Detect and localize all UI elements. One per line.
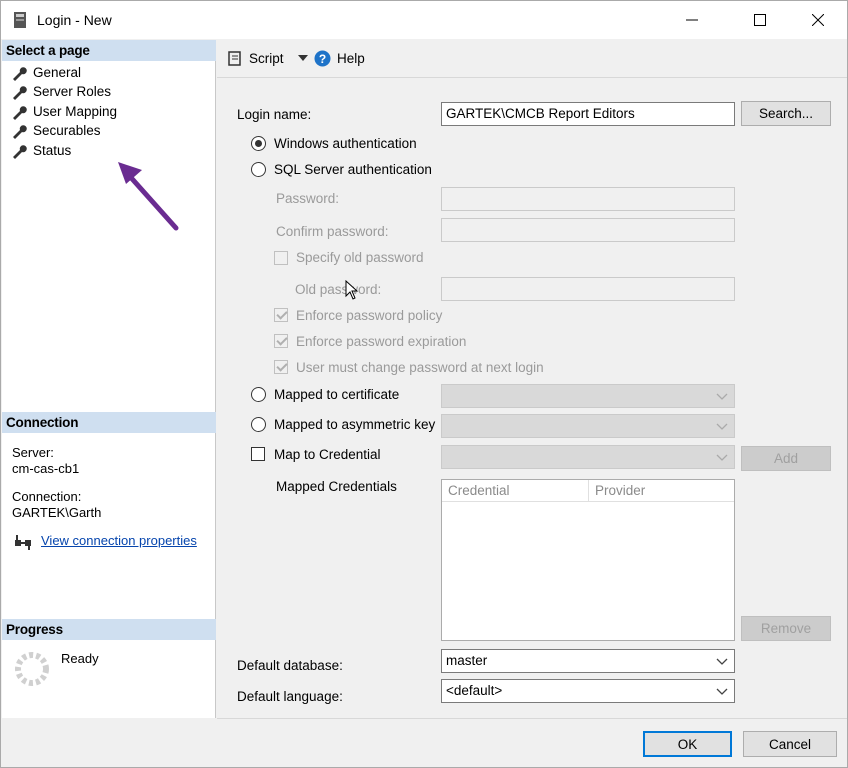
enforce-policy-checkbox[interactable] [274,308,288,322]
mapped-asymmetric-key-radio[interactable] [251,417,266,432]
mapped-asymmetric-key-label: Mapped to asymmetric key [274,417,436,432]
default-language-label: Default language: [237,689,343,704]
connection-properties-icon [15,535,31,550]
mouse-cursor-icon [345,280,359,300]
enforce-policy-label: Enforce password policy [296,308,443,323]
mapped-certificate-label: Mapped to certificate [274,387,400,402]
connection-label: Connection: [12,489,82,504]
mapped-credentials-grid[interactable]: Credential Provider [441,479,735,641]
page-item-label: User Mapping [33,104,118,119]
remove-credential-button[interactable]: Remove [741,616,831,641]
default-database-label: Default database: [237,658,343,673]
left-pane: Select a page General Server Roles User … [2,40,216,718]
map-to-credential-checkbox[interactable] [251,447,265,461]
mapped-certificate-radio[interactable] [251,387,266,402]
chevron-down-icon [716,423,728,430]
close-icon [812,14,824,26]
script-label: Script [249,50,284,66]
login-new-dialog: Login - New Select a page General Server… [0,0,848,768]
default-language-select[interactable]: <default> [441,679,735,703]
help-icon: ? [314,50,331,67]
wrench-icon [13,124,27,139]
password-input[interactable] [441,187,735,211]
enforce-expiration-label: Enforce password expiration [296,334,467,349]
server-label: Server: [12,445,54,460]
provider-column-header[interactable]: Provider [589,480,734,502]
old-password-input[interactable] [441,277,735,301]
progress-status: Ready [61,651,99,666]
enforce-expiration-checkbox[interactable] [274,334,288,348]
view-connection-properties-link[interactable]: View connection properties [41,533,197,548]
maximize-button[interactable] [737,1,783,39]
server-value: cm-cas-cb1 [12,461,80,476]
specify-old-password-label: Specify old password [296,250,424,265]
chevron-down-icon [297,55,308,61]
minimize-button[interactable] [669,1,715,39]
connection-value: GARTEK\Garth [12,505,102,520]
script-icon [228,51,241,66]
wrench-icon [13,105,27,120]
page-item-status[interactable]: Status [11,141,71,160]
svg-text:?: ? [319,52,326,66]
must-change-checkbox[interactable] [274,360,288,374]
wrench-icon [13,66,27,81]
chevron-down-icon [716,393,728,400]
minimize-icon [686,19,698,21]
login-name-input[interactable]: GARTEK\CMCB Report Editors [441,102,735,126]
page-item-label: Server Roles [33,84,112,99]
specify-old-password-checkbox[interactable] [274,251,288,265]
must-change-label: User must change password at next login [296,360,544,375]
cancel-button[interactable]: Cancel [743,731,837,757]
help-label: Help [337,51,365,66]
page-item-label: Securables [33,123,101,138]
confirm-password-input[interactable] [441,218,735,242]
help-button[interactable]: ? Help [314,50,365,67]
right-pane: Script ? Help Login name: GARTEK\CMCB Re… [217,40,847,718]
page-item-server-roles[interactable]: Server Roles [11,82,111,101]
login-name-label: Login name: [237,107,312,122]
sql-auth-radio[interactable] [251,162,266,177]
page-item-label: General [33,65,82,80]
asymmetric-key-combo[interactable] [441,414,735,438]
credential-column-header[interactable]: Credential [442,480,589,502]
page-item-securables[interactable]: Securables [11,121,101,140]
connection-header: Connection [2,412,216,433]
old-password-label: Old password: [295,282,382,297]
map-to-credential-label: Map to Credential [274,447,381,462]
page-item-general[interactable]: General [11,63,81,82]
default-language-value: <default> [446,683,503,698]
wrench-icon [13,85,27,100]
progress-header: Progress [2,619,216,640]
select-page-header: Select a page [2,40,216,61]
annotation-arrow [118,162,179,231]
window-title: Login - New [37,12,112,28]
default-database-value: master [446,653,488,668]
credential-combo[interactable] [441,445,735,469]
title-bar: Login - New [1,1,847,39]
chevron-down-icon [716,658,728,665]
toolbar: Script ? Help [217,40,847,78]
confirm-password-label: Confirm password: [276,224,389,239]
windows-auth-radio[interactable] [251,136,266,151]
add-credential-button[interactable]: Add [741,446,831,471]
sql-auth-label: SQL Server authentication [274,162,432,177]
maximize-icon [754,14,766,26]
ok-button[interactable]: OK [643,731,732,757]
chevron-down-icon [716,688,728,695]
certificate-combo[interactable] [441,384,735,408]
mapped-credentials-label: Mapped Credentials [276,479,397,494]
close-button[interactable] [795,1,841,39]
page-item-label: Status [33,143,72,158]
password-label: Password: [276,191,340,206]
windows-auth-label: Windows authentication [274,136,417,151]
progress-spinner-icon [15,652,49,686]
chevron-down-icon [716,454,728,461]
footer-divider [217,718,847,719]
search-button[interactable]: Search... [741,101,831,126]
script-button[interactable]: Script [227,50,308,66]
wrench-icon [13,144,27,159]
app-icon [14,12,26,28]
page-item-user-mapping[interactable]: User Mapping [11,102,117,121]
default-database-select[interactable]: master [441,649,735,673]
